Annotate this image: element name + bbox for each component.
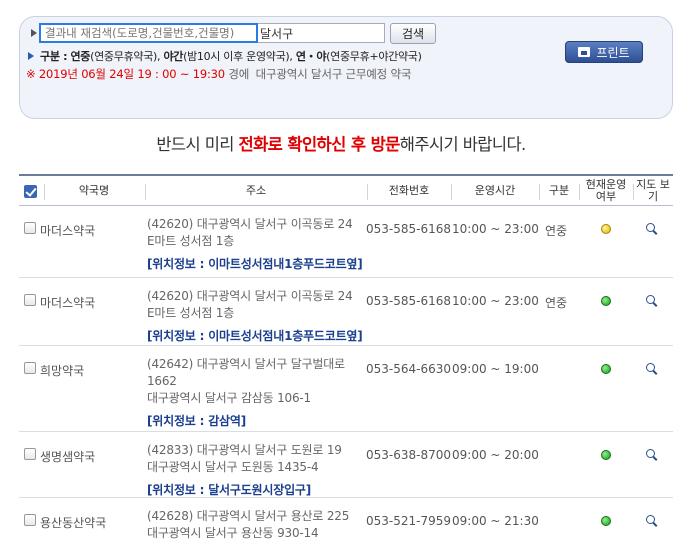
header-divider [633,184,634,200]
status-green-icon [601,364,611,374]
address-line1: (42620) 대구광역시 달서구 이곡동로 24 [147,217,353,231]
notice-emphasis: 전화로 확인하신 후 방문 [238,135,401,154]
triangle-bullet-icon [31,29,37,37]
print-button[interactable]: 프린트 [565,41,643,63]
status-green-icon [601,296,611,306]
legend-yearround-desc: (연중무휴약국), [90,50,161,63]
pharmacy-address: (42620) 대구광역시 달서구 이곡동로 24 E마트 성서점 1층 [147,288,369,322]
address-line1: (42620) 대구광역시 달서구 이곡동로 24 [147,289,353,303]
type-legend: 구분 : 연중 (연중무휴약국), 야간 (밤10시 이후 운영약국), 연・야 (연… [28,48,422,64]
print-button-label: 프린트 [596,45,630,60]
pharmacy-address: (42833) 대구광역시 달서구 도원로 19 대구광역시 달서구 도원동 14… [147,442,369,476]
col-hours: 운영시간 [474,184,516,197]
pharmacy-type: 연중 [545,224,568,238]
search-button[interactable]: 검색 [390,22,436,44]
row-checkbox[interactable] [24,514,36,526]
pharmacy-phone: 053-564-6630 [366,362,452,376]
pharmacy-name: 마더스약국 [40,296,96,310]
col-address: 주소 [245,184,267,197]
header-divider [579,184,580,200]
row-checkbox[interactable] [24,222,36,234]
row-checkbox[interactable] [24,362,36,374]
pharmacy-name: 희망약국 [40,364,85,378]
schedule-notice: ※ 2019년 06월 24일 19 : 00 ~ 19:30 경에 대구광역시… [26,66,411,82]
schedule-region: 대구광역시 달서구 근무예정 약국 [255,67,412,81]
pharmacy-phone: 053-521-7959 [366,514,452,528]
pharmacy-phone: 053-585-6168 [366,294,452,308]
status-yellow-icon [601,224,611,234]
address-line2: 대구광역시 달서구 감삼동 106-1 [147,391,311,405]
table-row: 희망약국 (42642) 대구광역시 달서구 달구벌대로 1662 대구광역시 달서… [19,346,673,432]
status-green-icon [601,516,611,526]
address-line1: (42628) 대구광역시 달서구 용산로 225 [147,509,350,523]
refine-search-input[interactable] [39,23,258,43]
legend-yearround: 연중 [70,50,91,63]
notice-part1: 반드시 미리 [156,135,239,154]
select-all-cell [22,176,38,206]
status-green-icon [601,450,611,460]
location-info[interactable]: [위치정보 : 감삼역] [147,412,246,429]
col-status: 현재운영 여부 [585,178,627,203]
pharmacy-phone: 053-638-8700 [366,448,452,462]
pharmacy-phone: 053-585-6168 [366,222,452,236]
map-magnifier-icon[interactable] [646,363,658,375]
pharmacy-hours: 10:00 ~ 23:00 [452,294,539,308]
search-row: 검색 [31,22,436,44]
legend-both-desc: (연중무휴+야간약국) [326,50,422,63]
triangle-bullet-icon [28,52,34,60]
col-map: 지도 보기 [636,178,670,203]
region-input[interactable] [258,23,385,43]
legend-night: 야간 [163,50,184,63]
table-row: 마더스약국 (42620) 대구광역시 달서구 이곡동로 24 E마트 성서점 1층… [19,206,673,278]
legend-night-desc: (밤10시 이후 운영약국), [183,50,293,63]
address-line2: E마트 성서점 1층 [147,234,235,248]
table-body: 마더스약국 (42620) 대구광역시 달서구 이곡동로 24 E마트 성서점 1층… [19,206,673,541]
printer-icon [578,47,591,57]
pharmacy-hours: 09:00 ~ 21:30 [452,514,539,528]
location-info[interactable]: [위치정보 : 달서구도원시장입구] [147,481,311,498]
pharmacy-table: 약국명 주소 전화번호 운영시간 구분 현재운영 여부 지도 보기 마더스약국 (… [19,174,673,541]
pharmacy-name: 마더스약국 [40,224,96,238]
location-info[interactable]: [위치정보 : 이마트성서점내1층푸드코트옆] [147,255,363,272]
pharmacy-hours: 09:00 ~ 19:00 [452,362,539,376]
map-magnifier-icon[interactable] [646,295,658,307]
col-type: 구분 [548,184,570,197]
table-row: 생명샘약국 (42833) 대구광역시 달서구 도원로 19 대구광역시 달서구 도… [19,432,673,498]
schedule-datetime: ※ 2019년 06월 24일 19 : 00 ~ 19:30 [26,67,225,81]
address-line1: (42642) 대구광역시 달서구 달구벌대로 1662 [147,357,345,388]
col-phone: 전화번호 [388,184,430,197]
row-checkbox[interactable] [24,448,36,460]
address-line1: (42833) 대구광역시 달서구 도원로 19 [147,443,342,457]
pharmacy-hours: 09:00 ~ 20:00 [452,448,539,462]
row-checkbox[interactable] [24,294,36,306]
pharmacy-address: (42642) 대구광역시 달서구 달구벌대로 1662 대구광역시 달서구 감삼… [147,356,369,407]
select-all-checkbox[interactable] [23,184,37,198]
call-ahead-notice: 반드시 미리 전화로 확인하신 후 방문해주시기 바랍니다. [0,131,682,155]
legend-both: 연・야 [295,50,327,63]
table-row: 용산동산약국 (42628) 대구광역시 달서구 용산로 225 대구광역시 달서구… [19,498,673,541]
table-row: 마더스약국 (42620) 대구광역시 달서구 이곡동로 24 E마트 성서점 1층… [19,278,673,346]
map-magnifier-icon[interactable] [646,449,658,461]
col-name: 약국명 [78,184,110,197]
address-line2: E마트 성서점 1층 [147,306,235,320]
pharmacy-type: 연중 [545,296,568,310]
pharmacy-address: (42620) 대구광역시 달서구 이곡동로 24 E마트 성서점 1층 [147,216,369,250]
address-line2: 대구광역시 달서구 용산동 930-14 [147,526,319,540]
map-magnifier-icon[interactable] [646,515,658,527]
map-magnifier-icon[interactable] [646,223,658,235]
legend-label: 구분 : [40,50,68,63]
table-header: 약국명 주소 전화번호 운영시간 구분 현재운영 여부 지도 보기 [19,174,673,206]
pharmacy-hours: 10:00 ~ 23:00 [452,222,539,236]
notice-part3: 해주시기 바랍니다. [399,135,527,154]
pharmacy-name: 생명샘약국 [40,450,96,464]
address-line2: 대구광역시 달서구 도원동 1435-4 [147,460,319,474]
location-info[interactable]: [위치정보 : 이마트성서점내1층푸드코트옆] [147,327,363,344]
pharmacy-name: 용산동산약국 [40,516,107,530]
schedule-middle: 경에 [228,67,250,81]
pharmacy-address: (42628) 대구광역시 달서구 용산로 225 대구광역시 달서구 용산동 9… [147,508,369,541]
